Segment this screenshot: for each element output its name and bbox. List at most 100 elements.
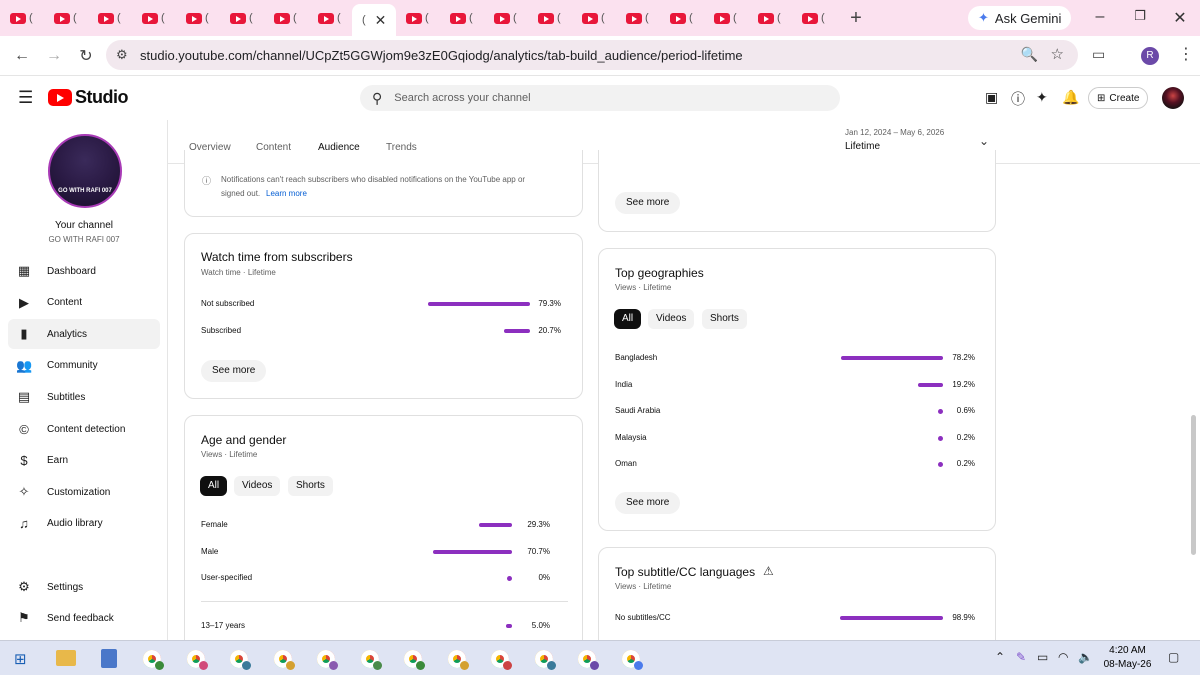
- sidebar-item-label: Customization: [47, 486, 111, 498]
- filter-chip-videos[interactable]: Videos: [234, 476, 281, 496]
- sidebar-item-content[interactable]: ▶ Content: [8, 288, 160, 318]
- chrome-profile-icon[interactable]: [317, 650, 338, 670]
- browser-tab[interactable]: (: [0, 4, 44, 32]
- browser-tab[interactable]: (: [176, 4, 220, 32]
- channel-search[interactable]: ⚲ Search across your channel: [360, 85, 840, 111]
- browser-tab[interactable]: (: [132, 4, 176, 32]
- browser-tab[interactable]: (: [308, 4, 352, 32]
- page-scrollbar[interactable]: [1191, 415, 1196, 555]
- sidebar-item-earn[interactable]: $ Earn: [8, 446, 160, 476]
- browser-tab[interactable]: (: [704, 4, 748, 32]
- sidebar-item-settings[interactable]: ⚙ Settings: [8, 572, 160, 602]
- sidebar-item-audio-library[interactable]: ♫ Audio library: [8, 509, 160, 539]
- sidebar-item-dashboard[interactable]: ▦ Dashboard: [8, 256, 160, 286]
- profile-badge-icon: [590, 661, 599, 670]
- browser-tab[interactable]: (: [528, 4, 572, 32]
- channel-avatar[interactable]: GO WITH RAFI 007: [48, 134, 122, 208]
- close-tab-icon[interactable]: ✕: [375, 12, 387, 29]
- chrome-profile-icon[interactable]: [621, 650, 643, 670]
- volume-icon[interactable]: 🔈: [1078, 650, 1093, 664]
- chrome-profile-icon[interactable]: [578, 650, 599, 670]
- ask-gemini-button[interactable]: ✦ Ask Gemini: [968, 6, 1072, 30]
- create-button[interactable]: ⊞ Create: [1088, 87, 1149, 109]
- url-text[interactable]: studio.youtube.com/channel/UCpZt5GGWjom9…: [140, 48, 743, 63]
- see-more-button[interactable]: See more: [615, 492, 681, 514]
- chrome-profile-icon[interactable]: [360, 650, 382, 670]
- browser-tab[interactable]: (: [440, 4, 484, 32]
- browser-tab-active[interactable]: (✕: [352, 4, 396, 36]
- browser-tab[interactable]: (: [220, 4, 264, 32]
- browser-tab[interactable]: (: [88, 4, 132, 32]
- help-icon[interactable]: ⓘ: [1011, 89, 1025, 109]
- chrome-profile-icon[interactable]: [186, 650, 208, 670]
- taskbar-clock[interactable]: 4:20 AM 08-May-26: [1100, 644, 1155, 672]
- comments-icon[interactable]: ▣: [985, 89, 998, 106]
- battery-icon[interactable]: ▭: [1037, 650, 1048, 664]
- back-icon[interactable]: ←: [8, 47, 36, 65]
- reading-mode-icon[interactable]: ▭: [1092, 46, 1105, 63]
- pen-icon[interactable]: ✎: [1016, 650, 1026, 664]
- file-explorer-icon[interactable]: [56, 650, 76, 666]
- tray-overflow-icon[interactable]: ⌃: [995, 650, 1005, 664]
- filter-chip-shorts[interactable]: Shorts: [702, 309, 747, 329]
- browser-tab[interactable]: (: [616, 4, 660, 32]
- reload-icon[interactable]: ↻: [72, 46, 100, 66]
- chrome-profile-icon[interactable]: [143, 650, 164, 670]
- browser-tab[interactable]: (: [748, 4, 792, 32]
- notification-center-icon[interactable]: ▢: [1168, 650, 1179, 664]
- chrome-profile-icon[interactable]: [534, 650, 556, 670]
- sidebar-item-customization[interactable]: ✧ Customization: [8, 477, 160, 507]
- browser-tab[interactable]: (: [660, 4, 704, 32]
- new-tab-button[interactable]: +: [844, 7, 868, 30]
- hamburger-menu-icon[interactable]: ☰: [18, 88, 33, 108]
- filter-chip-all[interactable]: All: [614, 309, 642, 329]
- chrome-profile-icon[interactable]: [273, 650, 295, 670]
- chrome-profile-icon[interactable]: [491, 650, 512, 670]
- chrome-profile-icon[interactable]: [230, 650, 251, 670]
- profile-avatar[interactable]: R: [1141, 47, 1159, 65]
- sparkle-icon[interactable]: ✦: [1036, 89, 1048, 106]
- tab-title-fragment: (: [249, 12, 253, 24]
- windows-start-icon[interactable]: ⊞: [14, 650, 27, 668]
- notifications-icon[interactable]: 🔔: [1062, 89, 1079, 106]
- bookmark-star-icon[interactable]: ☆: [1051, 45, 1064, 63]
- chrome-profile-icon[interactable]: [404, 650, 425, 670]
- chevron-down-icon[interactable]: ⌄: [979, 134, 989, 148]
- close-window-icon[interactable]: ✕: [1170, 8, 1190, 28]
- zoom-icon[interactable]: 🔍: [1021, 46, 1038, 63]
- sidebar-item-feedback[interactable]: ⚑ Send feedback: [8, 603, 160, 633]
- sidebar-item-subtitles[interactable]: ▤ Subtitles: [8, 382, 160, 412]
- browser-menu-icon[interactable]: ⋮: [1178, 44, 1194, 64]
- browser-tab[interactable]: (: [572, 4, 616, 32]
- filter-chip-shorts[interactable]: Shorts: [288, 476, 333, 496]
- calculator-icon[interactable]: [101, 649, 117, 668]
- browser-tab[interactable]: (: [264, 4, 308, 32]
- forward-icon[interactable]: →: [40, 47, 68, 65]
- minimize-icon[interactable]: –: [1090, 8, 1110, 26]
- site-settings-icon[interactable]: ⚙: [116, 47, 136, 63]
- sidebar-item-community[interactable]: 👥 Community: [8, 351, 160, 381]
- chrome-profile-icon[interactable]: [447, 650, 469, 670]
- filter-chip-videos[interactable]: Videos: [648, 309, 695, 329]
- browser-tab[interactable]: (: [396, 4, 440, 32]
- account-avatar[interactable]: [1162, 87, 1184, 109]
- filter-chip-all[interactable]: All: [200, 476, 228, 496]
- sidebar-item-content-detection[interactable]: © Content detection: [8, 414, 160, 444]
- search-input[interactable]: Search across your channel: [394, 92, 530, 104]
- studio-logo[interactable]: Studio: [48, 87, 129, 108]
- browser-tab[interactable]: (: [484, 4, 528, 32]
- restore-icon[interactable]: ❐: [1130, 8, 1150, 24]
- learn-more-link[interactable]: Learn more: [266, 189, 307, 198]
- browser-tab[interactable]: (: [44, 4, 88, 32]
- wifi-icon[interactable]: ◠: [1058, 650, 1068, 664]
- card-title: Age and gender: [201, 433, 287, 447]
- browser-tab[interactable]: (: [792, 4, 836, 32]
- period-range[interactable]: Jan 12, 2024 – May 6, 2026: [845, 128, 944, 137]
- tab-title-fragment: (: [513, 12, 517, 24]
- see-more-button[interactable]: See more: [201, 360, 267, 382]
- row-label: Oman: [615, 459, 637, 468]
- see-more-button[interactable]: See more: [615, 192, 681, 214]
- warning-icon[interactable]: ⚠: [763, 564, 774, 578]
- omnibox[interactable]: ⚙ studio.youtube.com/channel/UCpZt5GGWjo…: [106, 40, 1078, 70]
- sidebar-item-analytics[interactable]: ▮ Analytics: [8, 319, 160, 350]
